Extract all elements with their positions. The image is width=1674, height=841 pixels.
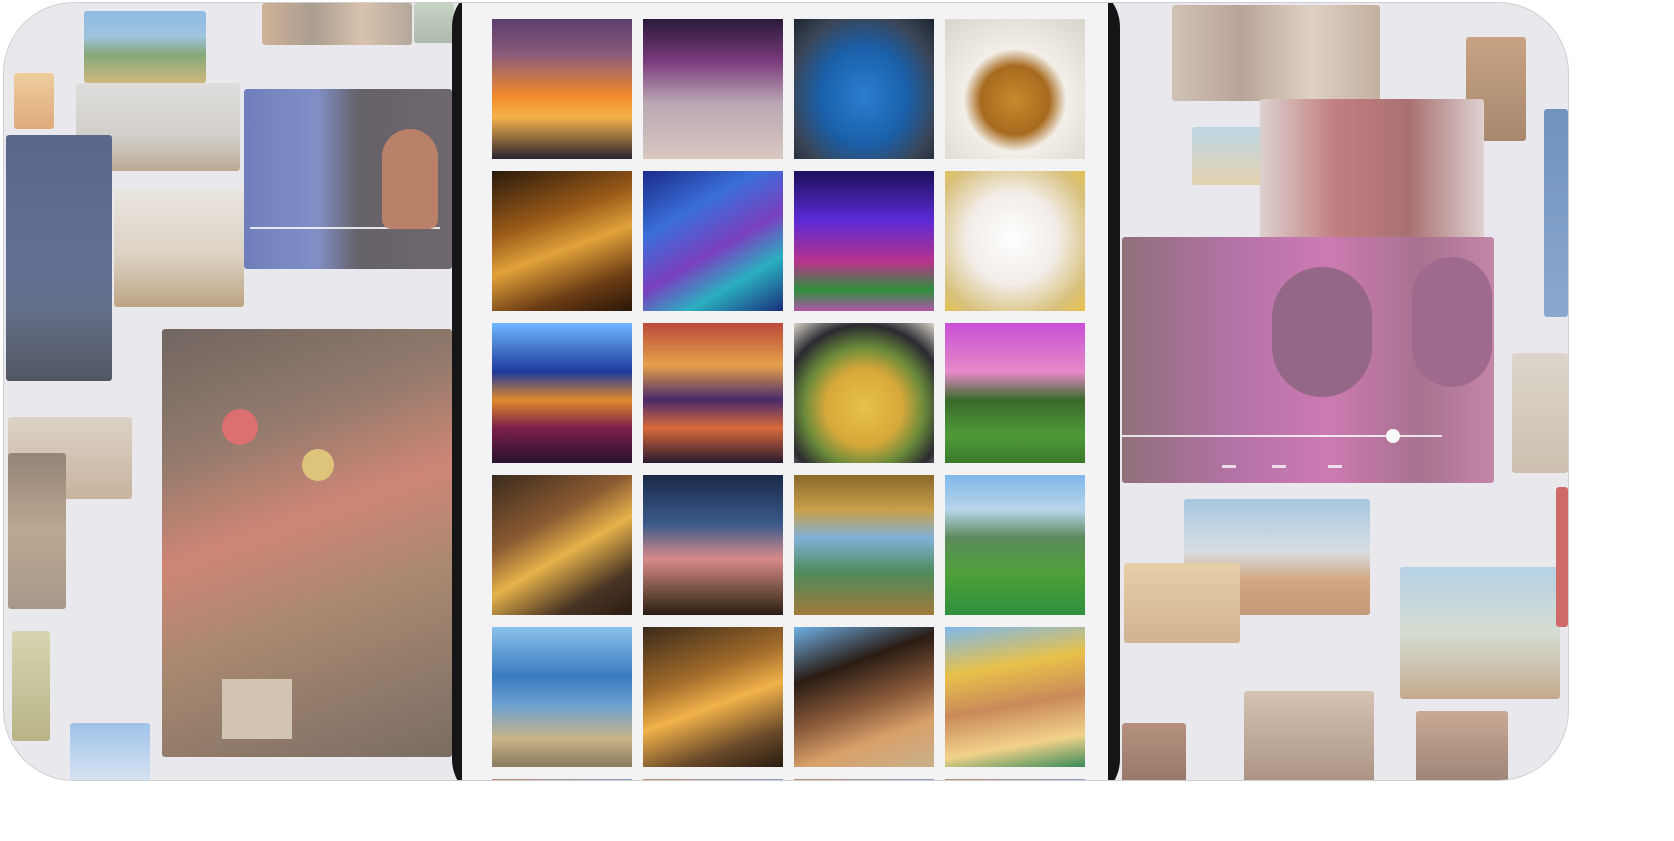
bg-photo-pool-couple	[1124, 563, 1240, 643]
photo-thumbnail-partial[interactable]	[794, 779, 934, 780]
photo-thumbnail-airplane-window[interactable]	[794, 19, 934, 159]
photo-thumbnail-partial[interactable]	[643, 779, 783, 780]
photo-thumbnail-sunset-pier[interactable]	[492, 19, 632, 159]
bg-photo-night-sky	[6, 135, 112, 381]
bg-photo-video-portrait	[1122, 237, 1494, 483]
bg-photo-edge-beach	[1512, 353, 1568, 473]
bg-photo-crowd	[262, 3, 412, 45]
bg-photo-edge-blue	[1544, 109, 1568, 317]
photo-thumbnail-tent-view[interactable]	[794, 475, 934, 615]
bg-photo-dancer	[1260, 99, 1484, 255]
bg-photo-field	[12, 631, 50, 741]
bg-photo-family-table	[1172, 5, 1380, 101]
photo-thumbnail-golf-field[interactable]	[945, 323, 1085, 463]
photo-thumbnail-coral-reef[interactable]	[643, 171, 783, 311]
photo-thumbnail-partial[interactable]	[492, 779, 632, 780]
photo-thumbnail-child-in-car[interactable]	[643, 475, 783, 615]
bg-photo-party	[162, 329, 452, 757]
bg-photo-edge-orange	[14, 73, 54, 129]
video-playhead	[1386, 429, 1400, 443]
photo-thumbnail-city-reflections[interactable]	[643, 323, 783, 463]
photo-thumbnail-lake-fisher[interactable]	[492, 627, 632, 767]
photo-thumbnail-carnival-lights[interactable]	[492, 323, 632, 463]
photo-thumbnail-white-puppy[interactable]	[945, 171, 1085, 311]
photo-thumbnail-sunset-hug[interactable]	[643, 627, 783, 767]
photos-hero-scene	[4, 3, 1568, 780]
bg-photo-bottom-a	[1122, 723, 1186, 780]
bg-photo-sky-bottom	[70, 723, 150, 780]
photo-thumbnail-neon-park[interactable]	[794, 171, 934, 311]
video-control-mark	[1272, 465, 1286, 468]
photo-thumbnail-kids-at-fair[interactable]	[643, 19, 783, 159]
photo-thumbnail-beach-curly-hair[interactable]	[794, 627, 934, 767]
bg-photo-mountain-lake	[84, 11, 206, 83]
video-control-mark	[1222, 465, 1236, 468]
video-control-mark	[1328, 465, 1342, 468]
bg-photo-bottom-b	[1244, 691, 1374, 780]
photo-thumbnail-couple-selfie[interactable]	[492, 475, 632, 615]
bg-photo-bottom-c	[1416, 711, 1508, 780]
bg-photo-dog	[1400, 567, 1560, 699]
photo-grid-screen[interactable]	[462, 3, 1108, 780]
bg-photo-hat-woman	[8, 453, 66, 609]
bg-photo-edge-red	[1556, 487, 1568, 627]
photo-thumbnail-pasta-plate[interactable]	[945, 19, 1085, 159]
photo-thumbnail-whisky-glasses[interactable]	[492, 171, 632, 311]
photo-thumbnail-partial[interactable]	[945, 779, 1085, 780]
bg-photo-video-still	[244, 89, 452, 269]
bg-photo-strip-top	[414, 3, 454, 43]
photo-thumbnail-friends-in-hats[interactable]	[945, 627, 1085, 767]
photo-thumbnail-mountain-ridge-hiker[interactable]	[945, 475, 1085, 615]
photo-thumbnail-paella-pan[interactable]	[794, 323, 934, 463]
bg-photo-pool	[114, 189, 244, 307]
